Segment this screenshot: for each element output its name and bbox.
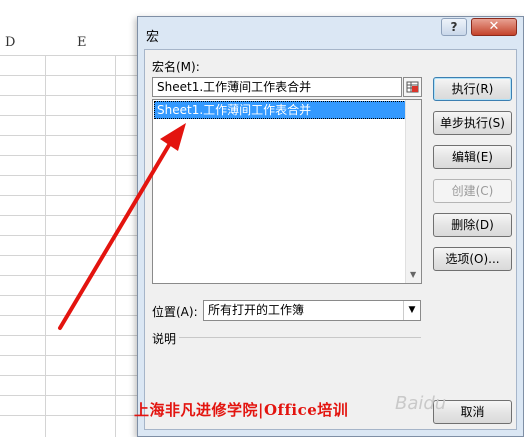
- red-arrow-annotation: [58, 123, 186, 330]
- watermark-logo: Baidu: [395, 393, 447, 414]
- training-caption: 上海非凡进修学院|Office培训: [134, 401, 349, 419]
